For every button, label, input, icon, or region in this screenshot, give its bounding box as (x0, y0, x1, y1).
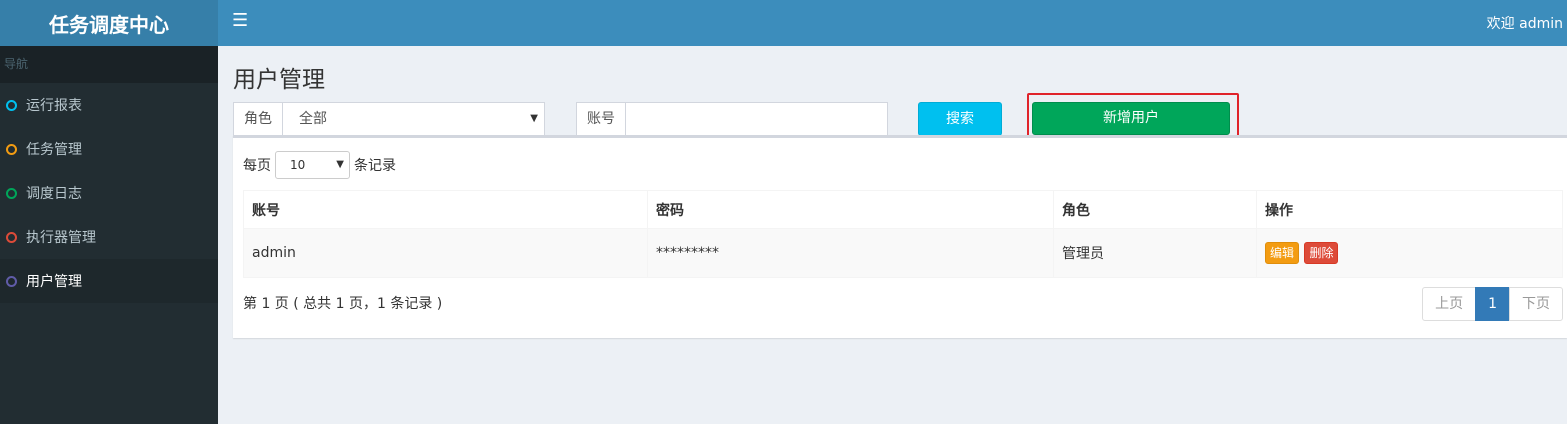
sidebar-item-run-report[interactable]: 运行报表 (0, 83, 218, 127)
column-header-password[interactable]: 密码 (647, 190, 1054, 229)
role-select-value: 全部 (299, 111, 327, 127)
account-filter: 账号 (576, 102, 888, 136)
column-header-account[interactable]: 账号 (243, 190, 648, 229)
sidebar-item-schedule-log[interactable]: 调度日志 (0, 171, 218, 215)
sidebar-item-label: 执行器管理 (26, 230, 96, 246)
sidebar-item-task-management[interactable]: 任务管理 (0, 127, 218, 171)
bars-icon[interactable]: ☰ (232, 10, 248, 31)
search-button[interactable]: 搜索 (918, 102, 1002, 136)
page-number-button[interactable]: 1 (1475, 287, 1510, 321)
user-table: 账号 密码 角色 操作 admin ********* 管理员 编辑 删除 (243, 190, 1563, 278)
account-filter-label: 账号 (577, 103, 626, 135)
circle-icon (6, 99, 17, 111)
page-title: 用户管理 (233, 67, 325, 93)
column-header-actions: 操作 (1256, 190, 1563, 229)
delete-button[interactable]: 删除 (1304, 242, 1339, 264)
circle-icon (6, 143, 17, 155)
table-header-row: 账号 密码 角色 操作 (243, 190, 1563, 229)
table-info: 第 1 页 ( 总共 1 页，1 条记录 ) (243, 296, 443, 312)
circle-icon (6, 275, 17, 287)
sidebar-item-label: 用户管理 (26, 274, 82, 290)
role-select[interactable]: 全部 ▼ (283, 103, 544, 135)
sidebar-item-label: 运行报表 (26, 98, 82, 114)
next-page-button[interactable]: 下页 (1509, 287, 1563, 321)
sidebar: 任务调度中心 导航 运行报表 任务管理 调度日志 执行器管理 用户管理 (0, 0, 218, 424)
page-length-control: 每页 10 ▼ 条记录 (243, 151, 396, 179)
page-length-select[interactable]: 10 ▼ (275, 151, 350, 179)
top-header: ☰ 欢迎 admin (218, 0, 1567, 46)
welcome-user-menu[interactable]: 欢迎 admin (1487, 13, 1563, 33)
circle-icon (6, 187, 17, 199)
user-table-box: 每页 10 ▼ 条记录 账号 密码 角色 操作 admin ********* (233, 135, 1567, 338)
edit-button[interactable]: 编辑 (1265, 242, 1300, 264)
main-content: 用户管理 角色 全部 ▼ 账号 搜索 新增用户 每页 10 ▼ 条记录 账号 密… (218, 46, 1567, 424)
app-logo[interactable]: 任务调度中心 (0, 0, 218, 46)
prev-page-button[interactable]: 上页 (1422, 287, 1477, 321)
table-row: admin ********* 管理员 编辑 删除 (243, 228, 1563, 278)
role-filter-label: 角色 (234, 103, 283, 135)
role-filter: 角色 全部 ▼ (233, 102, 545, 136)
cell-password: ********* (647, 228, 1054, 278)
circle-icon (6, 231, 17, 243)
cell-account: admin (243, 228, 648, 278)
length-prefix: 每页 (243, 158, 271, 174)
caret-down-icon: ▼ (336, 159, 344, 170)
account-input[interactable] (626, 103, 887, 135)
column-header-role[interactable]: 角色 (1053, 190, 1257, 229)
sidebar-item-label: 任务管理 (26, 142, 82, 158)
caret-down-icon: ▼ (530, 113, 538, 124)
length-suffix: 条记录 (354, 158, 396, 174)
sidebar-item-user-management[interactable]: 用户管理 (0, 259, 218, 303)
cell-role: 管理员 (1053, 228, 1257, 278)
pagination: 上页 1 下页 (1422, 287, 1563, 321)
cell-actions: 编辑 删除 (1256, 228, 1563, 278)
sidebar-item-executor-management[interactable]: 执行器管理 (0, 215, 218, 259)
sidebar-item-label: 调度日志 (26, 186, 82, 202)
add-user-button[interactable]: 新增用户 (1032, 102, 1230, 135)
nav-header: 导航 (0, 46, 218, 83)
page-length-value: 10 (290, 158, 306, 172)
